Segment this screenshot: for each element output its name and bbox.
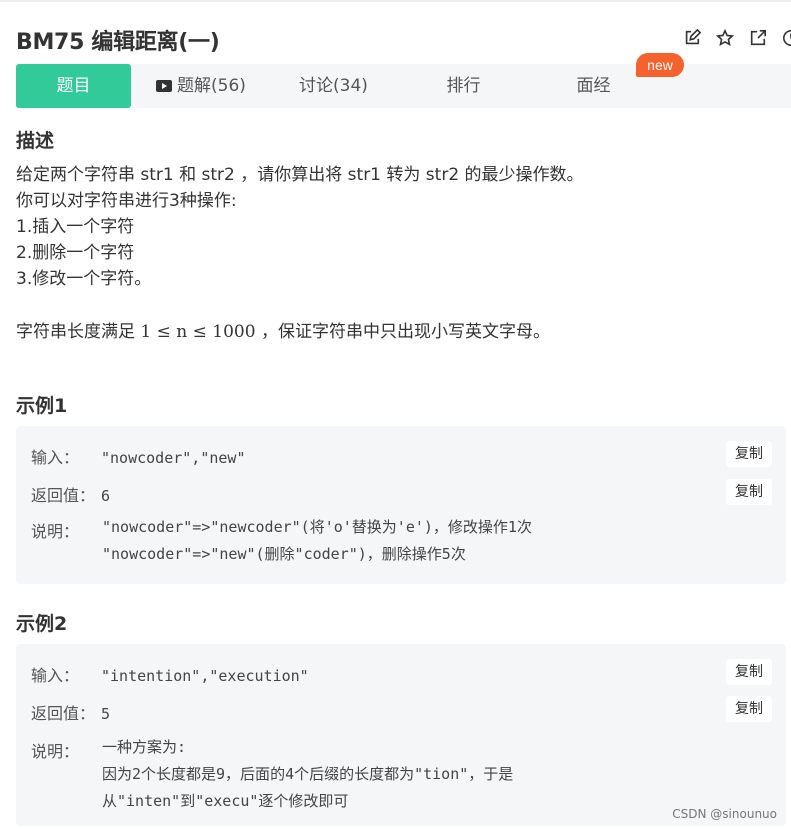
example-1-box: 输入： "nowcoder","new" 复制 返回值： 6 复制 说明： "now… — [16, 426, 786, 584]
description-line: 3.修改一个字符。 — [16, 269, 152, 289]
watermark: CSDN @sinounuo — [672, 807, 777, 821]
example-2-box: 输入： "intention","execution" 复制 返回值： 5 复制 说… — [16, 644, 786, 826]
tab-problem[interactable]: 题目 — [16, 64, 131, 108]
return-label: 返回值： — [31, 704, 96, 723]
tab-label: 讨论(34) — [299, 76, 368, 96]
explain-label: 说明： — [31, 742, 80, 761]
example-explain-row: 说明： — [31, 738, 101, 762]
description-body: 给定两个字符串 str1 和 str2 ，请你算出将 str1 转为 str2 … — [16, 162, 584, 345]
problem-title: BM75 编辑距离(一) — [16, 30, 220, 55]
tab-discussion[interactable]: 讨论(34) — [276, 64, 391, 108]
copy-return-button[interactable]: 复制 — [726, 696, 772, 722]
example-return-row: 返回值： 5 — [31, 700, 110, 724]
example-input-row: 输入： "intention","execution" — [31, 662, 309, 686]
example-2-heading: 示例2 — [16, 613, 68, 635]
tab-label: 题解(56) — [177, 76, 246, 96]
description-heading: 描述 — [16, 130, 55, 152]
header-actions — [682, 28, 791, 48]
example-return-row: 返回值： 6 — [31, 482, 110, 506]
edit-icon[interactable] — [682, 28, 702, 48]
example-input-row: 输入： "nowcoder","new" — [31, 444, 246, 468]
clock-icon[interactable] — [781, 28, 791, 48]
tab-solutions[interactable]: 题解(56) — [141, 64, 261, 108]
explain-text: 一种方案为: 因为2个长度都是9，后面的4个后缀的长度都为"tion"，于是 从"i… — [102, 738, 514, 810]
return-value: 5 — [101, 705, 111, 723]
explain-text: "nowcoder"=>"newcoder"(将'o'替换为'e')，修改操作1… — [102, 518, 532, 563]
star-icon[interactable] — [715, 28, 735, 48]
return-label: 返回值： — [31, 486, 96, 505]
input-label: 输入： — [31, 448, 80, 467]
constraint-line: 字符串长度满足 1 ≤ n ≤ 1000 ，保证字符串中只出现小写英文字母。 — [16, 322, 550, 342]
return-value: 6 — [101, 487, 111, 505]
constraint-math: 1 ≤ n ≤ 1000 — [140, 322, 256, 342]
description-line: 2.删除一个字符 — [16, 243, 135, 263]
tab-label: 题目 — [56, 76, 91, 96]
description-line: 1.插入一个字符 — [16, 217, 135, 237]
tab-interview[interactable]: 面经 — [536, 64, 651, 108]
explain-label: 说明： — [31, 522, 80, 541]
copy-return-button[interactable]: 复制 — [726, 479, 772, 505]
new-badge: new — [636, 53, 684, 77]
video-icon — [156, 80, 173, 92]
tab-ranking[interactable]: 排行 — [406, 64, 521, 108]
copy-input-button[interactable]: 复制 — [726, 659, 772, 685]
input-label: 输入： — [31, 666, 80, 685]
share-external-icon[interactable] — [748, 28, 768, 48]
input-value: "intention","execution" — [101, 667, 309, 685]
example-1-heading: 示例1 — [16, 395, 68, 417]
tab-label: 面经 — [576, 76, 611, 96]
description-line: 给定两个字符串 str1 和 str2 ，请你算出将 str1 转为 str2 … — [16, 165, 584, 185]
copy-input-button[interactable]: 复制 — [726, 441, 772, 467]
input-value: "nowcoder","new" — [101, 449, 246, 467]
tab-label: 排行 — [446, 76, 481, 96]
description-line: 你可以对字符串进行3种操作: — [16, 191, 237, 211]
example-explain-row: 说明： — [31, 518, 101, 542]
